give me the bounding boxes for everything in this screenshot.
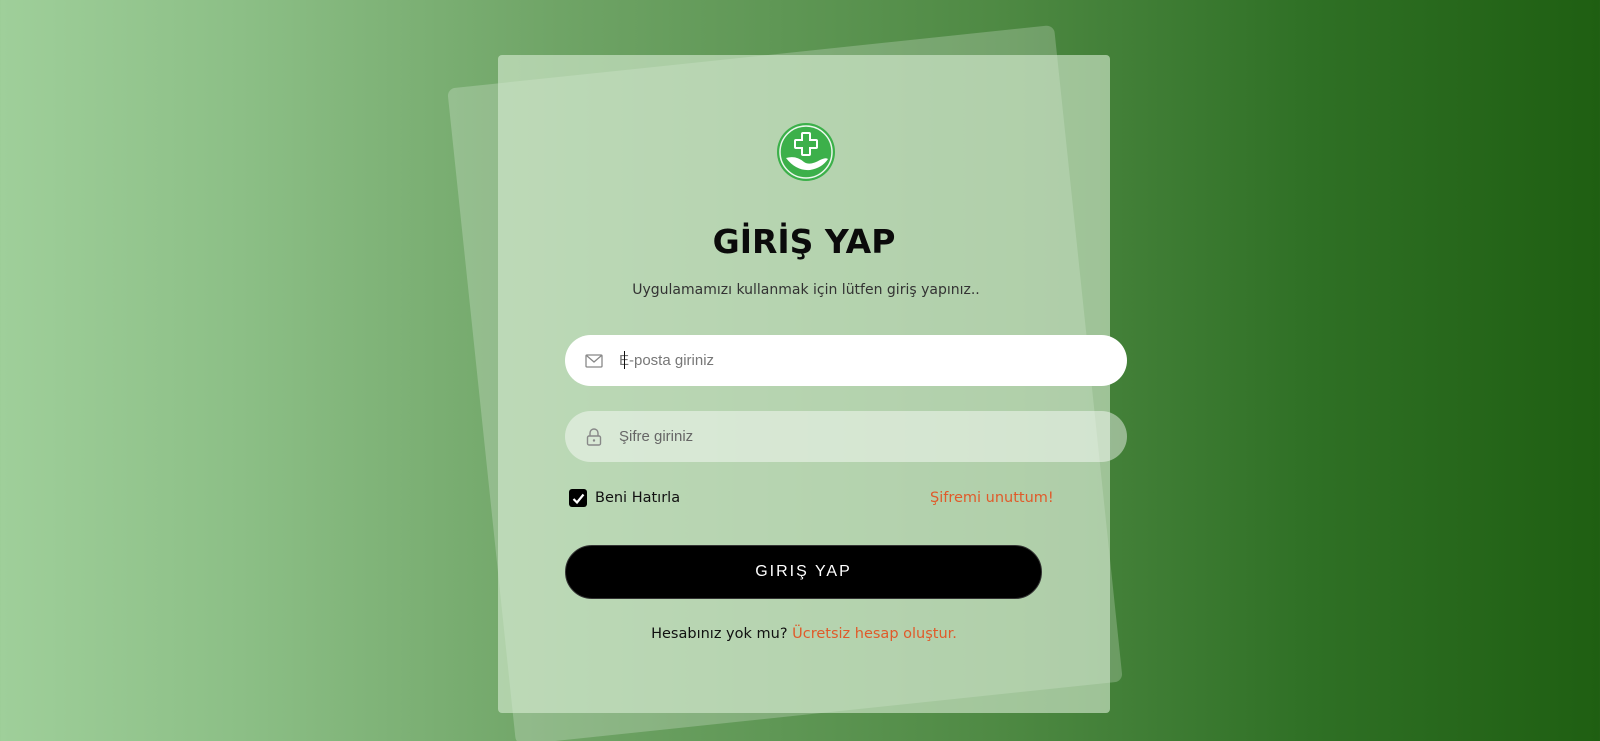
email-field-container[interactable] bbox=[565, 335, 1127, 386]
page-title: GİRİŞ YAP bbox=[712, 222, 896, 261]
text-cursor bbox=[624, 351, 625, 369]
forgot-password-link[interactable]: Şifremi unuttum! bbox=[930, 490, 1054, 506]
health-logo-icon bbox=[777, 123, 835, 181]
signup-prompt: Hesabınız yok mu? Ücretsiz hesap oluştur… bbox=[498, 626, 1110, 642]
lock-icon bbox=[583, 426, 605, 448]
signup-link[interactable]: Ücretsiz hesap oluştur. bbox=[792, 626, 957, 642]
remember-me[interactable]: Beni Hatırla bbox=[569, 489, 680, 507]
password-input[interactable] bbox=[619, 416, 1099, 457]
remember-checkbox[interactable] bbox=[569, 489, 587, 507]
page-subtitle: Uygulamamızı kullanmak için lütfen giriş… bbox=[632, 282, 980, 298]
email-input[interactable] bbox=[619, 340, 1099, 381]
login-button[interactable]: GIRIŞ YAP bbox=[565, 545, 1042, 599]
signup-prompt-text: Hesabınız yok mu? bbox=[651, 626, 788, 642]
envelope-icon bbox=[583, 350, 605, 372]
checkmark-icon bbox=[572, 493, 584, 504]
remember-label: Beni Hatırla bbox=[595, 490, 681, 506]
password-field-container[interactable] bbox=[565, 411, 1127, 462]
